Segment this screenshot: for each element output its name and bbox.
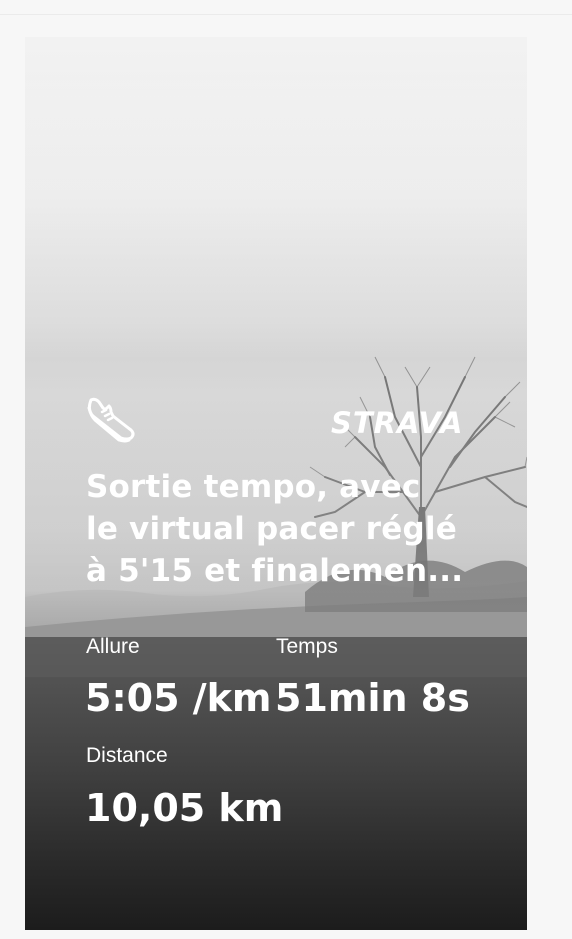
top-bar <box>0 0 572 15</box>
distance-label: Distance <box>86 744 168 767</box>
running-shoe-icon <box>87 397 135 443</box>
strava-logo: STRAVA <box>331 406 464 440</box>
activity-title: Sortie tempo, avec le virtual pacer régl… <box>86 466 486 592</box>
pace-label: Allure <box>86 635 140 658</box>
pace-value: 5:05 /km <box>85 676 272 720</box>
time-label: Temps <box>276 635 338 658</box>
distance-value: 10,05 km <box>85 786 284 830</box>
activity-title-line-2: le virtual pacer réglé <box>86 511 457 547</box>
activity-title-line-3: à 5'15 et finalemen... <box>86 553 464 589</box>
activity-title-line-1: Sortie tempo, avec <box>86 469 421 505</box>
activity-share-card: STRAVA Sortie tempo, avec le virtual pac… <box>25 37 527 930</box>
time-value: 51min 8s <box>275 676 470 720</box>
